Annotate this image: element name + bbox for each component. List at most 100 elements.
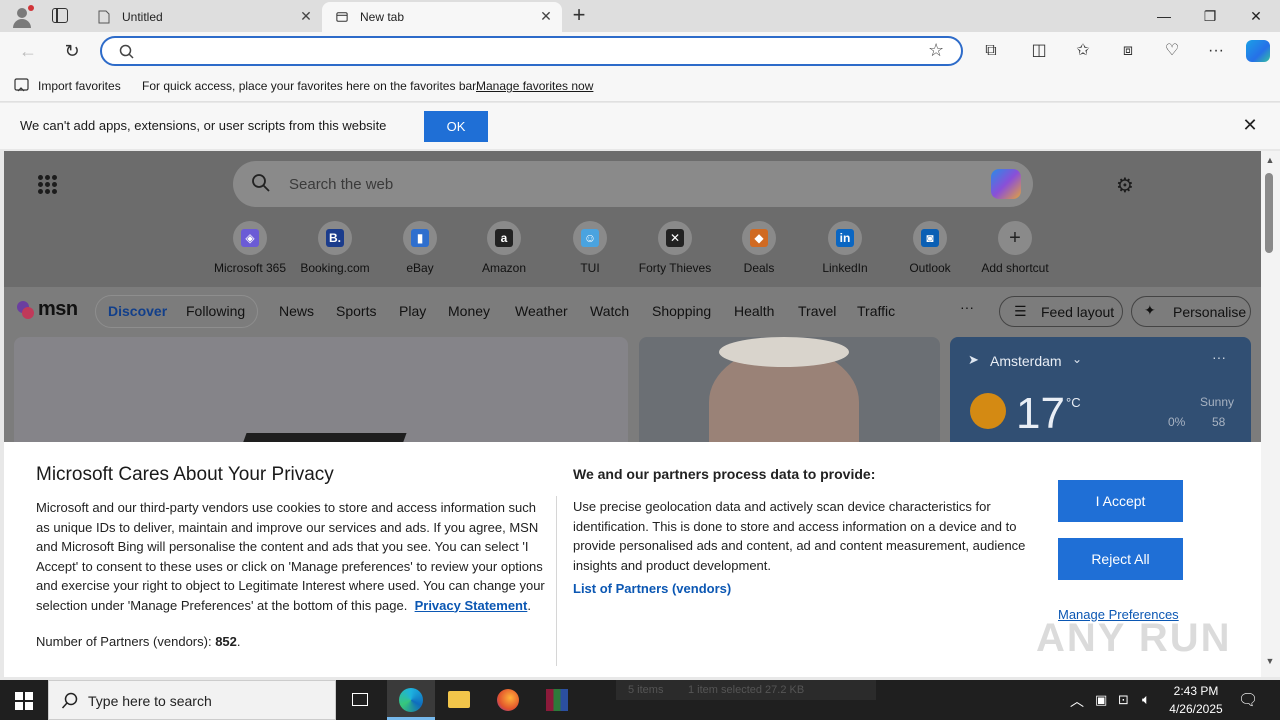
tab-actions-icon[interactable] [52,8,68,23]
close-tab-icon[interactable]: ✕ [298,8,314,24]
address-input[interactable] [148,43,908,61]
ok-button[interactable]: OK [424,111,488,142]
shortcut-tile[interactable]: ▮ eBay [380,221,460,275]
shortcut-label: Add shortcut [981,261,1049,275]
msn-logo[interactable]: msn [16,297,86,323]
tab-discover[interactable]: Discover [108,303,167,319]
nav-item-news[interactable]: News [279,303,314,319]
clock-time[interactable]: 2:43 PM [1166,684,1226,698]
scroll-up-icon[interactable]: ▲ [1265,155,1275,165]
app-launcher-icon[interactable] [38,175,58,195]
task-view-icon[interactable] [336,680,384,720]
feed-layout-button[interactable]: ☰ Feed layout [999,296,1123,327]
firefox-icon[interactable] [484,680,532,720]
scroll-down-icon[interactable]: ▼ [1265,656,1275,666]
shortcut-tile[interactable]: ☺ TUI [550,221,630,275]
shortcut-label: Outlook [909,261,951,275]
shortcut-tile[interactable]: ✕ Forty Thieves [635,221,715,275]
favorite-star-icon[interactable]: ☆ [928,40,944,61]
accept-button[interactable]: I Accept [1058,480,1183,522]
more-categories-icon[interactable]: ··· [960,299,974,315]
manage-favorites-link[interactable]: Manage favorites now [476,79,593,93]
new-tab-button[interactable]: + [568,4,590,27]
feed-card-news[interactable] [639,337,940,447]
web-search-box[interactable]: Search the web [233,161,1033,207]
watermark-text: ANY RUN [1036,616,1232,660]
shortcut-tile[interactable]: ◙ Outlook [890,221,970,275]
nav-item-health[interactable]: Health [734,303,774,319]
shortcut-icon: ◆ [742,221,776,255]
favorites-icon[interactable]: ✩ [1072,41,1094,61]
tab-following[interactable]: Following [186,303,245,319]
tab-new-tab[interactable]: New tab ✕ [322,2,562,32]
nav-item-sports[interactable]: Sports [336,303,376,319]
nav-item-play[interactable]: Play [399,303,426,319]
privacy-statement-link[interactable]: Privacy Statement [415,598,528,613]
ghost-items: 5 items [628,684,664,696]
scroll-thumb[interactable] [1265,173,1273,253]
notifications-icon[interactable]: 🗨︎ [1238,690,1258,710]
shortcut-label: Microsoft 365 [213,261,287,275]
nav-item-watch[interactable]: Watch [590,303,629,319]
msn-nav: msn Discover Following News Sports Play Mon… [4,287,1261,337]
reject-all-button[interactable]: Reject All [1058,538,1183,580]
shortcut-tile[interactable]: ◈ Microsoft 365 [210,221,290,275]
restore-icon[interactable]: ❐ [1200,6,1220,26]
winrar-icon[interactable] [533,680,581,720]
collections-icon[interactable]: ⧈ [1117,41,1139,61]
close-tab-icon[interactable]: ✕ [538,8,554,24]
file-explorer-icon[interactable] [435,680,483,720]
device-icon[interactable]: ▣ [1095,692,1107,708]
shortcut-label: Amazon [481,261,527,275]
personalise-button[interactable]: ✦ Personalise [1131,296,1251,327]
clock-date[interactable]: 4/26/2025 [1166,702,1226,716]
weather-more-icon[interactable]: ··· [1212,349,1226,365]
import-favorites-button[interactable]: Import favorites [38,79,121,93]
nav-item-travel[interactable]: Travel [798,303,836,319]
shortcut-tile[interactable]: a Amazon [464,221,544,275]
weather-location[interactable]: Amsterdam [990,353,1062,369]
rain-chance: 0% [1168,415,1186,429]
vendors-list-link[interactable]: List of Partners (vendors) [573,581,731,596]
tab-untitled[interactable]: Untitled ✕ [84,2,320,32]
page-settings-icon[interactable]: ⚙ [1114,175,1136,197]
copilot-search-icon[interactable] [991,169,1021,199]
page-scrollbar[interactable]: ▲ ▼ [1261,151,1280,677]
import-favorites-icon [14,78,29,92]
back-icon[interactable]: ← [16,39,40,63]
copilot-icon[interactable] [1246,40,1270,62]
nav-item-weather[interactable]: Weather [515,303,568,319]
newtab-icon [336,12,348,22]
anyrun-watermark: ANY RUN [1036,604,1236,668]
taskbar-search-box[interactable]: Type here to search [48,680,336,720]
profile-avatar-icon[interactable] [10,5,34,29]
feed-card-hero[interactable] [14,337,628,447]
browser-essentials-icon[interactable]: ♡ [1161,41,1183,61]
shortcut-tile[interactable]: + Add shortcut [975,221,1055,275]
minimize-icon[interactable]: — [1154,6,1174,26]
edge-taskbar-icon[interactable] [387,680,435,720]
volume-icon[interactable]: 🔈︎ [1142,691,1150,708]
show-hidden-icons-icon[interactable]: ︿ [1070,691,1084,711]
shortcut-label: TUI [580,261,600,275]
nav-item-shopping[interactable]: Shopping [652,303,711,319]
network-icon[interactable]: ⊡ [1118,692,1129,708]
shortcut-tile[interactable]: B. Booking.com [295,221,375,275]
shortcut-tile[interactable]: in LinkedIn [805,221,885,275]
chevron-down-icon[interactable]: ⌄ [1072,352,1082,366]
close-window-icon[interactable]: ✕ [1246,6,1266,26]
shortcut-tile[interactable]: ◆ Deals [719,221,799,275]
close-notification-icon[interactable]: ✕ [1240,115,1260,135]
shortcut-icon: in [828,221,862,255]
more-menu-icon[interactable]: ··· [1205,41,1227,61]
nav-item-traffic[interactable]: Traffic [857,303,895,319]
nav-item-money[interactable]: Money [448,303,490,319]
address-bar[interactable]: ☆ [100,36,963,66]
shortcut-icon: ◙ [913,221,947,255]
split-screen-icon[interactable]: ◫ [1028,41,1050,61]
extensions-icon[interactable]: ⧉ [980,41,1002,61]
windows-start-icon[interactable] [15,692,33,710]
weather-card[interactable]: ➤ Amsterdam ⌄ ··· 17 °C Sunny 0% 58 [950,337,1251,447]
explorer-status-ghost: 5 items 1 item selected 27.2 KB [616,680,876,700]
refresh-icon[interactable]: ↻ [60,39,84,63]
